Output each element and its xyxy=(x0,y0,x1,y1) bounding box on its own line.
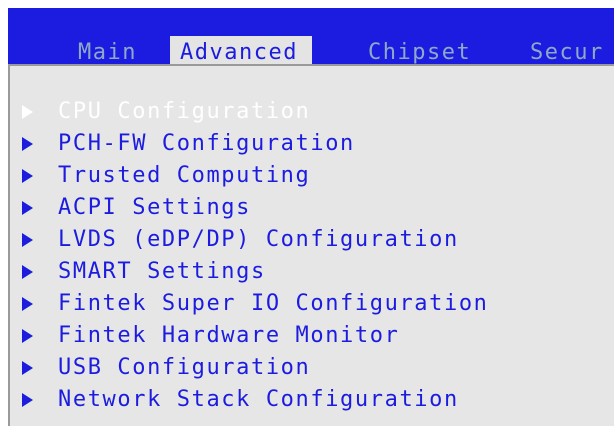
submenu-arrow-icon xyxy=(22,233,33,247)
menu-item-label: Fintek Hardware Monitor xyxy=(58,323,400,348)
advanced-menu-panel: CPU Configuration PCH-FW Configuration T… xyxy=(8,64,614,426)
menu-item-label: Trusted Computing xyxy=(58,163,311,188)
submenu-arrow-icon xyxy=(22,297,33,311)
submenu-arrow-icon xyxy=(22,105,33,119)
menu-item-label: SMART Settings xyxy=(58,259,266,284)
submenu-arrow-icon xyxy=(22,361,33,375)
submenu-arrow-icon xyxy=(22,201,33,215)
menu-item-label: USB Configuration xyxy=(58,355,311,380)
bios-setup-screen: Main Advanced Chipset Secur CPU Configur… xyxy=(0,0,614,435)
submenu-arrow-icon xyxy=(22,137,33,151)
menu-item-label: Fintek Super IO Configuration xyxy=(58,291,489,316)
menu-item-label: CPU Configuration xyxy=(58,99,311,124)
submenu-arrow-icon xyxy=(22,329,33,343)
submenu-arrow-icon xyxy=(22,393,33,407)
tab-bar: Main Advanced Chipset Secur xyxy=(8,8,614,70)
menu-item-label: ACPI Settings xyxy=(58,195,251,220)
menu-item-label: PCH-FW Configuration xyxy=(58,131,355,156)
submenu-arrow-icon xyxy=(22,169,33,183)
menu-item-label: Network Stack Configuration xyxy=(58,387,459,412)
submenu-arrow-icon xyxy=(22,265,33,279)
menu-item-label: LVDS (eDP/DP) Configuration xyxy=(58,227,459,252)
